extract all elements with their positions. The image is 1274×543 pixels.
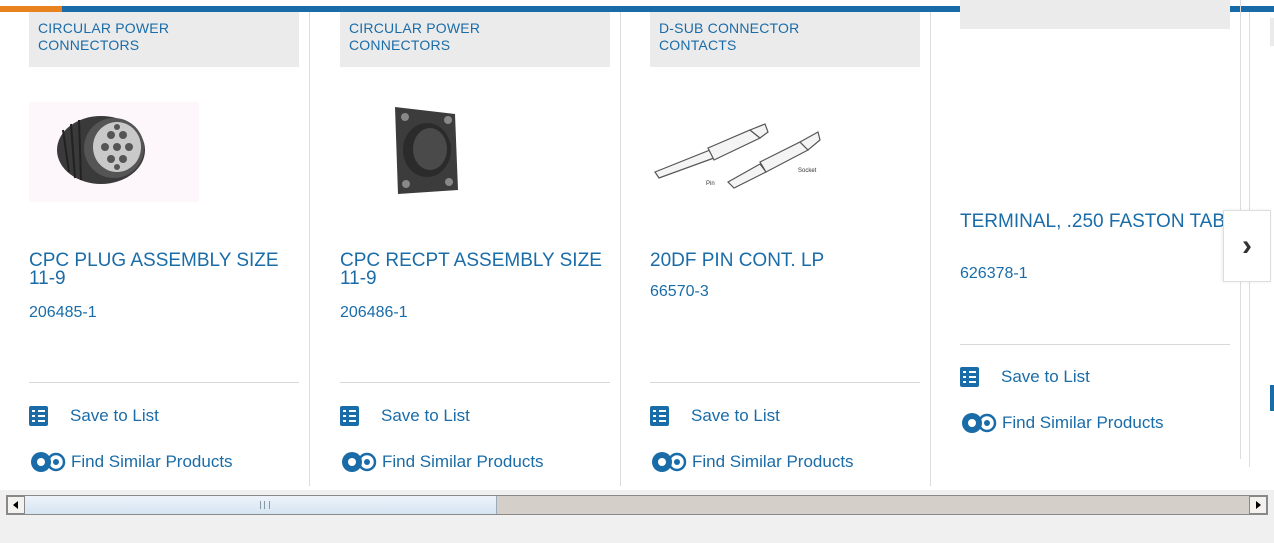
socket-label: Socket [798, 168, 817, 174]
checklist-icon [960, 367, 979, 387]
checklist-icon [340, 406, 359, 426]
product-image[interactable] [340, 102, 510, 202]
gears-icon [342, 452, 377, 472]
chevron-right-icon: › [1242, 229, 1252, 262]
checklist-icon [29, 406, 48, 426]
checklist-icon [650, 406, 669, 426]
scroll-thumb[interactable] [25, 496, 497, 514]
product-title[interactable]: CPC PLUG ASSEMBLY SIZE 11-9 [29, 251, 299, 288]
category-tag[interactable] [960, 0, 1230, 29]
grip-icon [260, 501, 270, 509]
divider [960, 344, 1230, 345]
save-to-list-button[interactable]: Save to List [29, 406, 159, 426]
partial-card-category [1270, 18, 1274, 46]
product-image[interactable]: Pin Socket [650, 102, 830, 202]
save-to-list-button[interactable]: Save to List [650, 406, 780, 426]
part-number[interactable]: 206485-1 [29, 304, 97, 322]
scroll-left-arrow[interactable] [7, 496, 25, 514]
divider [29, 382, 299, 383]
gears-icon [962, 413, 997, 433]
part-number[interactable]: 66570-3 [650, 283, 709, 301]
part-number[interactable]: 626378-1 [960, 265, 1028, 283]
product-title[interactable]: CPC RECPT ASSEMBLY SIZE 11-9 [340, 251, 610, 288]
gears-icon [652, 452, 687, 472]
save-to-list-label: Save to List [70, 406, 159, 425]
save-to-list-label: Save to List [1001, 367, 1090, 386]
product-card: CIRCULAR POWER CONNECTORS CPC RECPT ASSE… [311, 12, 621, 486]
find-similar-label: Find Similar Products [692, 452, 854, 471]
product-title[interactable]: 20DF PIN CONT. LP [650, 251, 920, 270]
find-similar-label: Find Similar Products [71, 452, 233, 471]
product-card: TERMINAL, .250 FASTON TAB 626378-1 Save … [931, 0, 1241, 459]
scroll-right-arrow[interactable] [1249, 496, 1267, 514]
divider [650, 382, 920, 383]
carousel-next-button[interactable]: › [1223, 210, 1271, 282]
find-similar-button[interactable]: Find Similar Products [29, 450, 233, 474]
partial-card-icon [1270, 385, 1274, 411]
product-title[interactable]: TERMINAL, .250 FASTON TAB [960, 212, 1230, 231]
find-similar-button[interactable]: Find Similar Products [960, 411, 1164, 435]
horizontal-scrollbar[interactable] [6, 495, 1268, 515]
save-to-list-label: Save to List [381, 406, 470, 425]
product-image[interactable] [29, 102, 199, 202]
save-to-list-button[interactable]: Save to List [960, 367, 1090, 387]
category-tag[interactable]: D-SUB CONNECTOR CONTACTS [650, 12, 920, 67]
product-carousel: CIRCULAR POWER CONNECTORS CPC PLUG ASSEM… [0, 0, 1274, 490]
find-similar-label: Find Similar Products [382, 452, 544, 471]
divider [340, 382, 610, 383]
product-card: D-SUB CONNECTOR CONTACTS Pin Socket 20DF… [621, 12, 931, 486]
find-similar-button[interactable]: Find Similar Products [340, 450, 544, 474]
save-to-list-button[interactable]: Save to List [340, 406, 470, 426]
pin-label: Pin [706, 181, 715, 187]
category-tag[interactable]: CIRCULAR POWER CONNECTORS [29, 12, 299, 67]
part-number[interactable]: 206486-1 [340, 304, 408, 322]
find-similar-label: Find Similar Products [1002, 413, 1164, 432]
category-tag[interactable]: CIRCULAR POWER CONNECTORS [340, 12, 610, 67]
find-similar-button[interactable]: Find Similar Products [650, 450, 854, 474]
save-to-list-label: Save to List [691, 406, 780, 425]
gears-icon [31, 452, 66, 472]
product-card: CIRCULAR POWER CONNECTORS CPC PLUG ASSEM… [0, 12, 310, 486]
